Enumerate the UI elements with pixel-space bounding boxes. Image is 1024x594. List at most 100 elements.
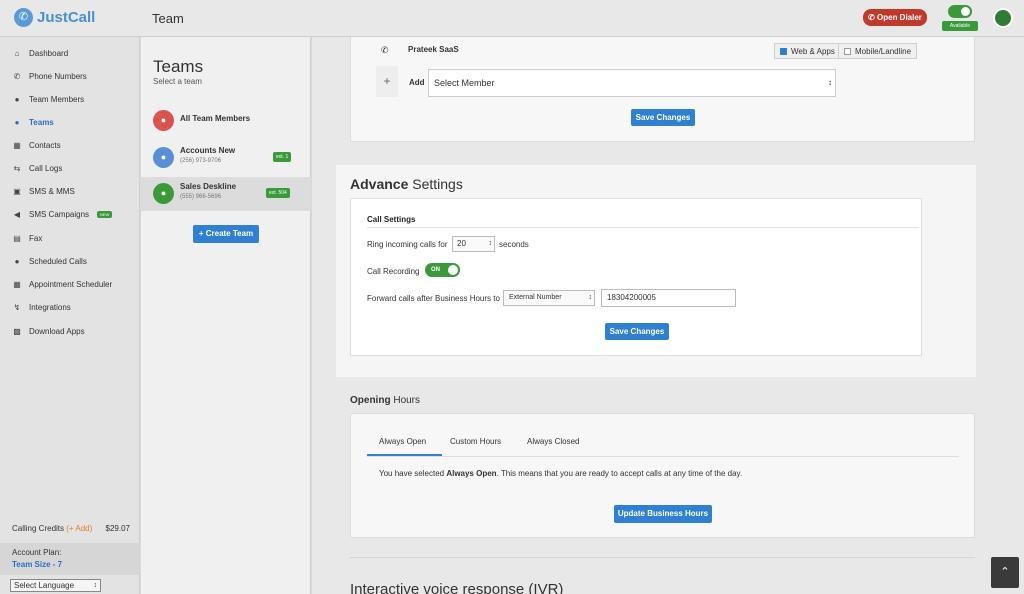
teams-panel: Teams Select a team ● All Team Members ●… bbox=[141, 37, 311, 594]
select-member-dropdown[interactable]: Select Member bbox=[428, 69, 836, 97]
users-icon: ● bbox=[14, 94, 20, 104]
section-title: Advance Settings bbox=[350, 176, 463, 192]
sidebar-item-label: Download Apps bbox=[29, 326, 85, 336]
team-avatar-icon: ● bbox=[153, 147, 174, 168]
title-bold: Advance bbox=[350, 176, 409, 192]
web-apps-checkbox[interactable]: Web & Apps bbox=[774, 43, 841, 59]
web-apps-label: Web & Apps bbox=[791, 46, 835, 56]
plus-icon: + bbox=[376, 66, 398, 97]
mobile-landline-label: Mobile/Landline bbox=[855, 46, 912, 56]
ext-badge: ext. 1 bbox=[273, 152, 292, 162]
sidebar-item-label: Appointment Scheduler bbox=[29, 279, 113, 289]
call-recording-toggle[interactable]: ON bbox=[425, 263, 460, 277]
update-business-hours-button[interactable]: Update Business Hours bbox=[614, 505, 712, 523]
tab-always-open[interactable]: Always Open bbox=[379, 437, 426, 446]
advance-settings-section: Advance Settings Call Settings Ring inco… bbox=[336, 165, 976, 377]
opening-hours-card: Always Open Custom Hours Always Closed Y… bbox=[350, 413, 975, 538]
seconds-label: seconds bbox=[499, 240, 529, 249]
call-logs-icon: ⇆ bbox=[13, 163, 21, 173]
team-name: Sales Deskline bbox=[180, 182, 237, 191]
title-rest: Hours bbox=[390, 395, 421, 406]
mobile-landline-checkbox[interactable]: Mobile/Landline bbox=[838, 43, 918, 59]
logo-text: JustCall bbox=[37, 9, 96, 26]
forward-label: Forward calls after Business Hours to bbox=[367, 294, 500, 303]
add-credits-link[interactable]: (+ Add) bbox=[66, 524, 92, 533]
team-name: Accounts New bbox=[180, 146, 236, 155]
call-settings-card: Call Settings Ring incoming calls for 20… bbox=[350, 198, 922, 356]
phone-icon: ✆ bbox=[14, 8, 33, 27]
grid-icon: ▩ bbox=[13, 326, 21, 336]
sidebar-item-label: Dashboard bbox=[29, 48, 69, 58]
save-changes-button[interactable]: Save Changes bbox=[631, 109, 695, 126]
sidebar-item-team-members[interactable]: ● Team Members bbox=[12, 91, 137, 107]
calling-credits: Calling Credits (+ Add) $29.07 bbox=[12, 524, 130, 533]
sidebar-item-label: Contacts bbox=[29, 140, 61, 150]
credits-text: Calling Credits (+ Add) bbox=[12, 524, 92, 533]
plan-value[interactable]: Team Size - 7 bbox=[12, 560, 128, 569]
availability-toggle[interactable]: Available bbox=[940, 3, 980, 32]
tab-custom-hours[interactable]: Custom Hours bbox=[450, 437, 501, 446]
sidebar-item-scheduled-calls[interactable]: ● Scheduled Calls bbox=[12, 253, 137, 269]
megaphone-icon: ◀ bbox=[13, 209, 21, 219]
sidebar-item-fax[interactable]: ▤ Fax bbox=[12, 230, 137, 246]
sidebar-item-sms-campaigns[interactable]: ◀ SMS Campaigns NEW bbox=[12, 206, 137, 222]
status-badge: Available bbox=[942, 21, 978, 31]
save-changes-button[interactable]: Save Changes bbox=[605, 323, 669, 340]
sidebar-item-label: Teams bbox=[29, 117, 54, 127]
sidebar-item-phone-numbers[interactable]: ✆ Phone Numbers bbox=[12, 68, 137, 84]
open-dialer-button[interactable]: ✆ Open Dialer bbox=[863, 9, 927, 26]
logo[interactable]: ✆ JustCall bbox=[14, 8, 95, 27]
sidebar-item-teams[interactable]: ● Teams bbox=[12, 114, 137, 130]
active-tab-indicator bbox=[367, 454, 442, 456]
calendar-icon: ▦ bbox=[13, 279, 21, 289]
sidebar-item-label: SMS Campaigns bbox=[29, 209, 90, 219]
sidebar-item-label: SMS & MMS bbox=[29, 186, 75, 196]
checkbox-icon bbox=[844, 47, 851, 55]
sidebar-item-call-logs[interactable]: ⇆ Call Logs bbox=[12, 160, 137, 176]
toggle-switch[interactable] bbox=[948, 5, 972, 18]
tab-always-closed[interactable]: Always Closed bbox=[527, 437, 579, 446]
create-team-button[interactable]: + Create Team bbox=[193, 225, 259, 243]
credits-label: Calling Credits bbox=[12, 524, 65, 533]
sidebar-item-integrations[interactable]: ↯ Integrations bbox=[12, 299, 137, 315]
sidebar-item-dashboard[interactable]: ⌂ Dashboard bbox=[12, 45, 137, 61]
team-item-sales-deskline[interactable]: ● Sales Deskline (555) 966-5696 ext. 504 bbox=[141, 177, 311, 211]
sidebar-item-contacts[interactable]: ▦ Contacts bbox=[12, 137, 137, 153]
sidebar: ⌂ Dashboard ✆ Phone Numbers ● Team Members … bbox=[0, 37, 140, 594]
clock-icon: ● bbox=[14, 256, 20, 266]
sidebar-item-label: Scheduled Calls bbox=[29, 256, 87, 266]
chevron-up-icon[interactable]: ⌃ bbox=[991, 557, 1019, 588]
opening-hours-title: Opening Hours bbox=[350, 395, 420, 406]
phone-icon: ✆ bbox=[381, 45, 389, 55]
teams-title: Teams bbox=[153, 57, 204, 76]
ring-duration-select[interactable]: 20 bbox=[452, 236, 495, 252]
forward-type-select[interactable]: External Number bbox=[503, 290, 595, 306]
title-rest: Settings bbox=[408, 176, 463, 192]
msg-bold: Always Open bbox=[446, 469, 497, 478]
ivr-title: Interactive voice response (IVR) bbox=[350, 581, 564, 594]
sidebar-item-download-apps[interactable]: ▩ Download Apps bbox=[12, 323, 137, 339]
avatar[interactable] bbox=[993, 8, 1013, 28]
language-select[interactable]: Select Language bbox=[10, 579, 101, 592]
top-bar: ✆ JustCall Team ✆ Open Dialer Available bbox=[0, 0, 1024, 37]
team-item-all-members[interactable]: ● All Team Members bbox=[141, 104, 311, 138]
sidebar-item-appointment-scheduler[interactable]: ▦ Appointment Scheduler bbox=[12, 276, 137, 292]
recording-label: Call Recording bbox=[367, 267, 420, 276]
teams-subtitle: Select a team bbox=[153, 77, 202, 86]
account-plan: Account Plan: Team Size - 7 bbox=[0, 543, 140, 575]
credits-value: $29.07 bbox=[105, 524, 130, 533]
home-icon: ⌂ bbox=[14, 48, 20, 58]
team-item-accounts-new[interactable]: ● Accounts New (256) 973-9706 ext. 1 bbox=[141, 141, 311, 175]
add-label: Add bbox=[409, 78, 425, 87]
team-phone: (555) 966-5696 bbox=[180, 194, 222, 200]
sidebar-item-label: Call Logs bbox=[29, 163, 63, 173]
sidebar-item-sms-mms[interactable]: ▣ SMS & MMS bbox=[12, 183, 137, 199]
team-name: All Team Members bbox=[180, 114, 251, 123]
new-badge: NEW bbox=[97, 210, 113, 218]
main-content: ✆ Prateek SaaS Web & Apps Mobile/Landlin… bbox=[312, 37, 1024, 594]
open-dialer-label: Open Dialer bbox=[877, 13, 922, 22]
checkbox-checked-icon bbox=[780, 47, 787, 55]
forward-number-input[interactable]: 18304200005 bbox=[601, 289, 736, 307]
sidebar-item-label: Fax bbox=[29, 233, 43, 243]
sidebar-item-label: Phone Numbers bbox=[29, 71, 87, 81]
